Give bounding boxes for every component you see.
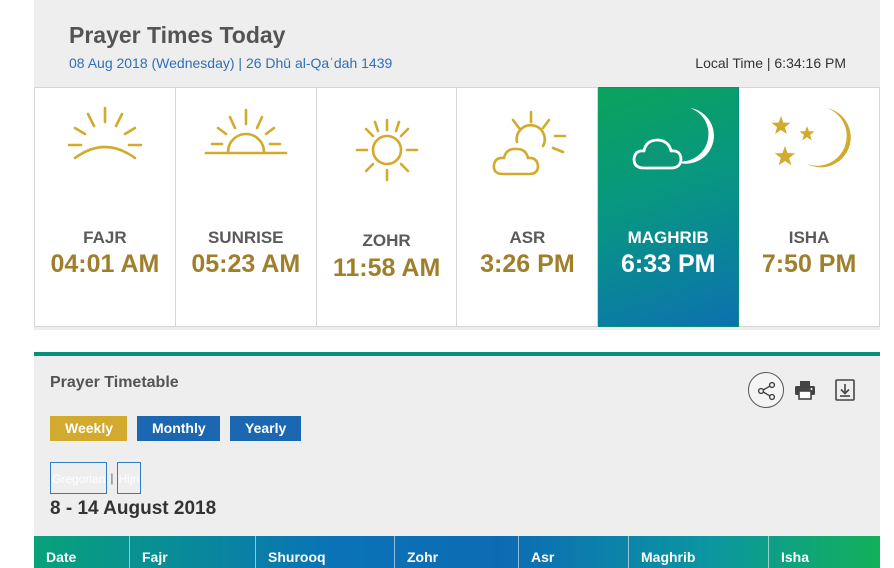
prayer-name: FAJR bbox=[83, 228, 127, 247]
date-line: 08 Aug 2018 (Wednesday) | 26 Dhū al-Qaʿd… bbox=[69, 55, 393, 71]
column-header-asr: Asr bbox=[519, 536, 629, 568]
prayer-times-today-panel: Prayer Times Today 08 Aug 2018 (Wednesda… bbox=[34, 0, 880, 330]
prayer-card-asr: ASR 3:26 PM bbox=[457, 87, 599, 327]
prayer-card-sunrise: SUNRISE 05:23 AM bbox=[175, 87, 317, 327]
sunrise-horizon-icon bbox=[67, 106, 143, 160]
prayer-cards: FAJR 04:01 AM SUNRISE 05:23 AM ZOHR 11:5… bbox=[34, 87, 880, 327]
half-sun-icon bbox=[204, 108, 288, 155]
hijri-option[interactable]: Hijri bbox=[116, 462, 142, 494]
prayer-timetable-panel: Prayer Timetable Weekly Monthly Yearly G… bbox=[34, 352, 880, 568]
prayer-card-maghrib: MAGHRIB 6:33 PM bbox=[598, 87, 740, 327]
full-sun-icon bbox=[355, 118, 418, 182]
prayer-name: ISHA bbox=[788, 228, 830, 247]
timetable-date-range: 8 - 14 August 2018 bbox=[50, 498, 217, 519]
column-header-isha: Isha bbox=[781, 549, 810, 565]
column-header-fajr: Fajr bbox=[130, 536, 256, 568]
monthly-tab-button[interactable]: Monthly bbox=[137, 416, 220, 441]
prayer-time: 3:26 PM bbox=[480, 250, 575, 278]
prayer-name: ZOHR bbox=[362, 231, 411, 250]
yearly-tab-button[interactable]: Yearly bbox=[230, 416, 301, 441]
timetable-header-row: Date Fajr Shurooq Zohr Asr Maghrib Isha bbox=[34, 536, 880, 568]
share-button[interactable] bbox=[748, 372, 784, 408]
gregorian-option[interactable]: Gregorian bbox=[50, 462, 108, 494]
prayer-name: MAGHRIB bbox=[627, 228, 709, 247]
prayer-time: 6:33 PM bbox=[620, 250, 716, 278]
prayer-time: 04:01 AM bbox=[50, 250, 160, 278]
prayer-time: 7:50 PM bbox=[761, 250, 857, 278]
weekly-tab-button[interactable]: Weekly bbox=[50, 416, 127, 441]
prayer-card-zohr: ZOHR 11:58 AM bbox=[316, 87, 458, 327]
calendar-toggle: Gregorian | Hijri bbox=[50, 462, 142, 494]
moon-cloud-icon bbox=[632, 108, 715, 170]
timetable-title: Prayer Timetable bbox=[50, 374, 179, 391]
calendar-separator: | bbox=[110, 471, 114, 485]
prayer-name: ASR bbox=[509, 228, 546, 247]
prayer-time: 11:58 AM bbox=[332, 254, 441, 282]
download-icon[interactable] bbox=[835, 379, 855, 401]
prayer-card-fajr: FAJR 04:01 AM bbox=[34, 87, 176, 327]
prayer-card-isha: ISHA 7:50 PM bbox=[739, 87, 880, 327]
prayer-time: 05:23 AM bbox=[191, 250, 301, 278]
column-header-maghrib: Maghrib bbox=[629, 536, 769, 568]
prayer-name: SUNRISE bbox=[207, 228, 284, 247]
print-icon[interactable] bbox=[794, 380, 816, 400]
local-time: Local Time | 6:34:16 PM bbox=[695, 55, 846, 71]
sun-cloud-icon bbox=[493, 110, 567, 176]
column-header-date: Date bbox=[34, 536, 130, 568]
column-header-shurooq: Shurooq bbox=[256, 536, 395, 568]
moon-stars-icon bbox=[771, 108, 851, 168]
page-title: Prayer Times Today bbox=[69, 22, 286, 48]
share-icon bbox=[757, 381, 776, 401]
column-header-zohr: Zohr bbox=[395, 536, 519, 568]
prayer-times-page: Prayer Times Today 08 Aug 2018 (Wednesda… bbox=[0, 0, 894, 568]
